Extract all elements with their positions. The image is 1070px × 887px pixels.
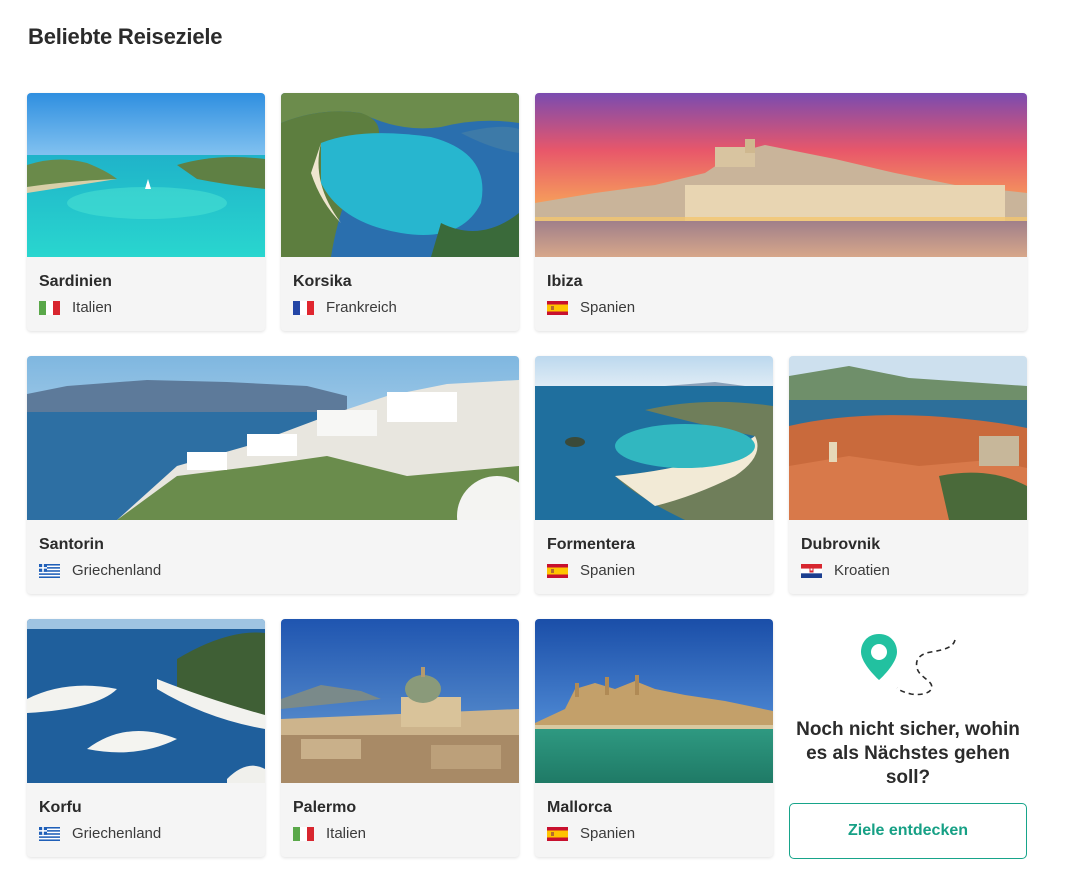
destination-card-palermo[interactable]: Palermo Italien xyxy=(281,619,519,857)
destination-name: Formentera xyxy=(547,536,636,553)
country-label: Griechenland xyxy=(72,825,162,842)
spain-flag-icon xyxy=(547,300,568,315)
destination-name: Korsika xyxy=(293,273,352,290)
destination-photo xyxy=(535,93,1027,257)
discover-destinations-button[interactable]: Ziele entdecken xyxy=(789,803,1027,859)
destination-country: Griechenland xyxy=(39,562,161,579)
country-label: Griechenland xyxy=(72,562,162,579)
destination-card-santorin[interactable]: Santorin Griechenland xyxy=(27,356,519,594)
destination-photo xyxy=(27,93,265,257)
country-label: Spanien xyxy=(580,299,636,316)
spain-flag-icon xyxy=(547,826,568,841)
destination-country: Italien xyxy=(293,825,366,842)
country-label: Frankreich xyxy=(326,299,397,316)
destination-name: Mallorca xyxy=(547,799,612,816)
destination-card-formentera[interactable]: Formentera Spanien xyxy=(535,356,773,594)
destination-card-korsika[interactable]: Korsika Frankreich xyxy=(281,93,519,331)
discover-prompt: Noch nicht sicher, wohin es als Nächstes… xyxy=(796,719,1020,788)
destination-card-mallorca[interactable]: Mallorca Spanien xyxy=(535,619,773,857)
country-label: Italien xyxy=(326,825,367,842)
section-title: Beliebte Reiseziele xyxy=(28,24,223,49)
destination-country: Italien xyxy=(39,299,112,316)
destination-photo xyxy=(27,356,519,520)
croatia-flag-icon xyxy=(801,563,822,578)
country-label: Kroatien xyxy=(834,562,890,579)
country-label: Spanien xyxy=(580,562,636,579)
destination-card-sardinien[interactable]: Sardinien Italien xyxy=(27,93,265,331)
destination-photo xyxy=(281,93,519,257)
country-label: Spanien xyxy=(580,825,636,842)
destination-card-korfu[interactable]: Korfu Griechenland xyxy=(27,619,265,857)
destination-country: Frankreich xyxy=(293,299,397,316)
greece-flag-icon xyxy=(39,563,60,578)
destination-name: Ibiza xyxy=(547,273,583,290)
destination-photo xyxy=(789,356,1027,520)
map-pin-route-icon xyxy=(859,632,959,698)
destination-photo xyxy=(281,619,519,783)
destination-card-ibiza[interactable]: Ibiza Spanien xyxy=(535,93,1027,331)
country-label: Italien xyxy=(72,299,113,316)
destination-card-dubrovnik[interactable]: Dubrovnik Kroatien xyxy=(789,356,1027,594)
destination-country: Spanien xyxy=(547,299,635,316)
destination-photo xyxy=(27,619,265,783)
france-flag-icon xyxy=(293,300,314,315)
discover-destinations-panel: Noch nicht sicher, wohin es als Nächstes… xyxy=(789,620,1027,860)
destination-photo xyxy=(535,619,773,783)
destination-name: Korfu xyxy=(39,799,82,816)
destination-name: Sardinien xyxy=(39,273,112,290)
destination-name: Santorin xyxy=(39,536,104,553)
destination-photo xyxy=(535,356,773,520)
destination-name: Palermo xyxy=(293,799,357,816)
greece-flag-icon xyxy=(39,826,60,841)
spain-flag-icon xyxy=(547,563,568,578)
italy-flag-icon xyxy=(293,826,314,841)
destination-country: Spanien xyxy=(547,562,635,579)
destination-country: Kroatien xyxy=(801,562,890,579)
italy-flag-icon xyxy=(39,300,60,315)
destination-name: Dubrovnik xyxy=(801,536,881,553)
destination-country: Spanien xyxy=(547,825,635,842)
destination-country: Griechenland xyxy=(39,825,161,842)
